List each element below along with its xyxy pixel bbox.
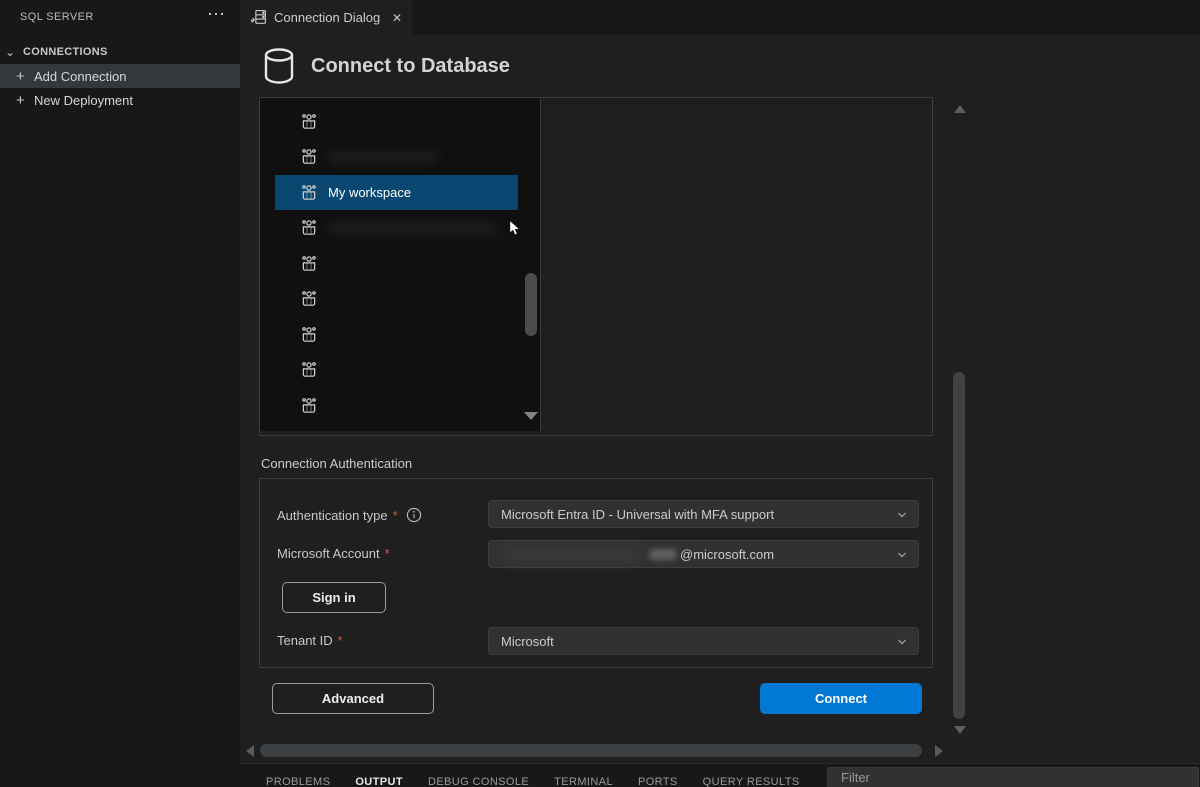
scroll-up-icon[interactable] bbox=[954, 105, 966, 113]
workspace-item-label: My workspace bbox=[328, 185, 411, 200]
panel-tab-query-results[interactable]: QUERY RESULTS bbox=[703, 776, 800, 787]
horizontal-scrollbar-thumb[interactable] bbox=[260, 744, 922, 757]
close-icon[interactable]: ✕ bbox=[392, 11, 402, 25]
sign-in-button[interactable]: Sign in bbox=[282, 582, 386, 613]
plus-icon: + bbox=[16, 68, 34, 85]
workspace-browser-box: My workspace bbox=[259, 97, 933, 436]
team-icon bbox=[300, 361, 318, 379]
chevron-down-icon bbox=[895, 508, 909, 522]
list-scrollbar-thumb[interactable] bbox=[525, 273, 537, 336]
required-marker: * bbox=[385, 546, 390, 561]
workspace-list-item[interactable] bbox=[275, 104, 518, 139]
auth-section-box: Authentication type * Microsoft Entra ID… bbox=[259, 478, 933, 668]
label-text: Microsoft Account bbox=[277, 546, 380, 561]
team-icon bbox=[300, 184, 318, 202]
workspace-list-item[interactable] bbox=[275, 317, 518, 352]
required-marker: * bbox=[393, 508, 398, 523]
team-icon bbox=[300, 219, 318, 237]
sidebar-item-label: Add Connection bbox=[34, 69, 127, 84]
database-icon bbox=[262, 47, 296, 85]
sidebar-header: SQL SERVER ⋯ bbox=[0, 0, 240, 34]
filter-input[interactable] bbox=[827, 767, 1199, 787]
auth-section-heading: Connection Authentication bbox=[261, 456, 412, 471]
chevron-down-icon bbox=[895, 635, 909, 649]
panel-tab-bar: PROBLEMS OUTPUT DEBUG CONSOLE TERMINAL PORTS… bbox=[266, 776, 800, 787]
list-scroll-down-icon[interactable] bbox=[524, 412, 538, 420]
panel-tab-problems[interactable]: PROBLEMS bbox=[266, 776, 330, 787]
panel-tab-debug-console[interactable]: DEBUG CONSOLE bbox=[428, 776, 529, 787]
sidebar-item-label: New Deployment bbox=[34, 93, 133, 108]
scroll-right-icon[interactable] bbox=[935, 745, 943, 757]
sidebar: SQL SERVER ⋯ ⌄ CONNECTIONS + Add Connect… bbox=[0, 0, 240, 787]
sidebar-item-add-connection[interactable]: + Add Connection bbox=[0, 64, 240, 88]
scroll-left-icon[interactable] bbox=[246, 745, 254, 757]
dialog-header: Connect to Database bbox=[262, 47, 510, 85]
sidebar-section-connections[interactable]: ⌄ CONNECTIONS bbox=[0, 40, 240, 64]
label-text: Authentication type bbox=[277, 508, 388, 523]
team-icon bbox=[300, 113, 318, 131]
vscode-window: SQL SERVER ⋯ ⌄ CONNECTIONS + Add Connect… bbox=[0, 0, 1200, 787]
sidebar-title: SQL SERVER bbox=[20, 11, 94, 23]
more-actions-icon[interactable]: ⋯ bbox=[207, 4, 226, 25]
bottom-panel: PROBLEMS OUTPUT DEBUG CONSOLE TERMINAL PORTS… bbox=[240, 763, 1200, 787]
workspace-list-item[interactable]: My workspace bbox=[275, 175, 518, 210]
panel-tab-ports[interactable]: PORTS bbox=[638, 776, 678, 787]
chevron-down-icon: ⌄ bbox=[5, 47, 21, 57]
sidebar-item-new-deployment[interactable]: + New Deployment bbox=[0, 88, 240, 112]
tab-label: Connection Dialog bbox=[274, 10, 384, 25]
panel-tab-output[interactable]: OUTPUT bbox=[355, 776, 403, 787]
workspace-list-item[interactable] bbox=[275, 388, 518, 423]
tab-connection-dialog[interactable]: Connection Dialog ✕ bbox=[240, 0, 412, 35]
workspace-list-item[interactable] bbox=[275, 353, 518, 388]
connection-dialog-icon bbox=[250, 9, 267, 26]
team-icon bbox=[300, 326, 318, 344]
info-icon[interactable] bbox=[406, 507, 422, 523]
redacted-account-prefix bbox=[649, 549, 677, 560]
page-title: Connect to Database bbox=[311, 55, 510, 78]
team-icon bbox=[300, 290, 318, 308]
connection-dialog-page: Connect to Database My workspace Connect… bbox=[240, 35, 1200, 763]
required-marker: * bbox=[338, 633, 343, 648]
vertical-scrollbar-thumb[interactable] bbox=[953, 372, 965, 719]
workspace-list-item[interactable] bbox=[275, 282, 518, 317]
team-icon bbox=[300, 255, 318, 273]
connect-button[interactable]: Connect bbox=[760, 683, 922, 714]
account-domain-text: @microsoft.com bbox=[680, 547, 774, 562]
auth-type-label: Authentication type * bbox=[277, 507, 422, 523]
section-label: CONNECTIONS bbox=[23, 46, 108, 58]
panel-tab-terminal[interactable]: TERMINAL bbox=[554, 776, 613, 787]
account-label: Microsoft Account * bbox=[277, 546, 390, 561]
microsoft-account-select[interactable]: @microsoft.com bbox=[488, 540, 919, 568]
tenant-id-value: Microsoft bbox=[501, 634, 554, 649]
auth-type-select[interactable]: Microsoft Entra ID - Universal with MFA … bbox=[488, 500, 919, 528]
advanced-button[interactable]: Advanced bbox=[272, 683, 434, 714]
workspace-list-item[interactable] bbox=[275, 211, 518, 246]
tenant-id-select[interactable]: Microsoft bbox=[488, 627, 919, 655]
workspace-list-item[interactable] bbox=[275, 140, 518, 175]
tenant-id-label: Tenant ID * bbox=[277, 633, 343, 648]
plus-icon: + bbox=[16, 92, 34, 109]
chevron-down-icon bbox=[895, 548, 909, 562]
auth-type-value: Microsoft Entra ID - Universal with MFA … bbox=[501, 507, 774, 522]
scroll-down-icon[interactable] bbox=[954, 726, 966, 734]
redacted-account-name bbox=[501, 546, 641, 563]
redacted-workspace-name bbox=[328, 152, 438, 163]
workspace-list-item[interactable] bbox=[275, 246, 518, 281]
label-text: Tenant ID bbox=[277, 633, 333, 648]
redacted-workspace-name bbox=[328, 223, 498, 234]
team-icon bbox=[300, 397, 318, 415]
team-icon bbox=[300, 148, 318, 166]
workspace-list: My workspace bbox=[260, 98, 541, 431]
editor-tab-bar: Connection Dialog ✕ bbox=[240, 0, 1200, 35]
